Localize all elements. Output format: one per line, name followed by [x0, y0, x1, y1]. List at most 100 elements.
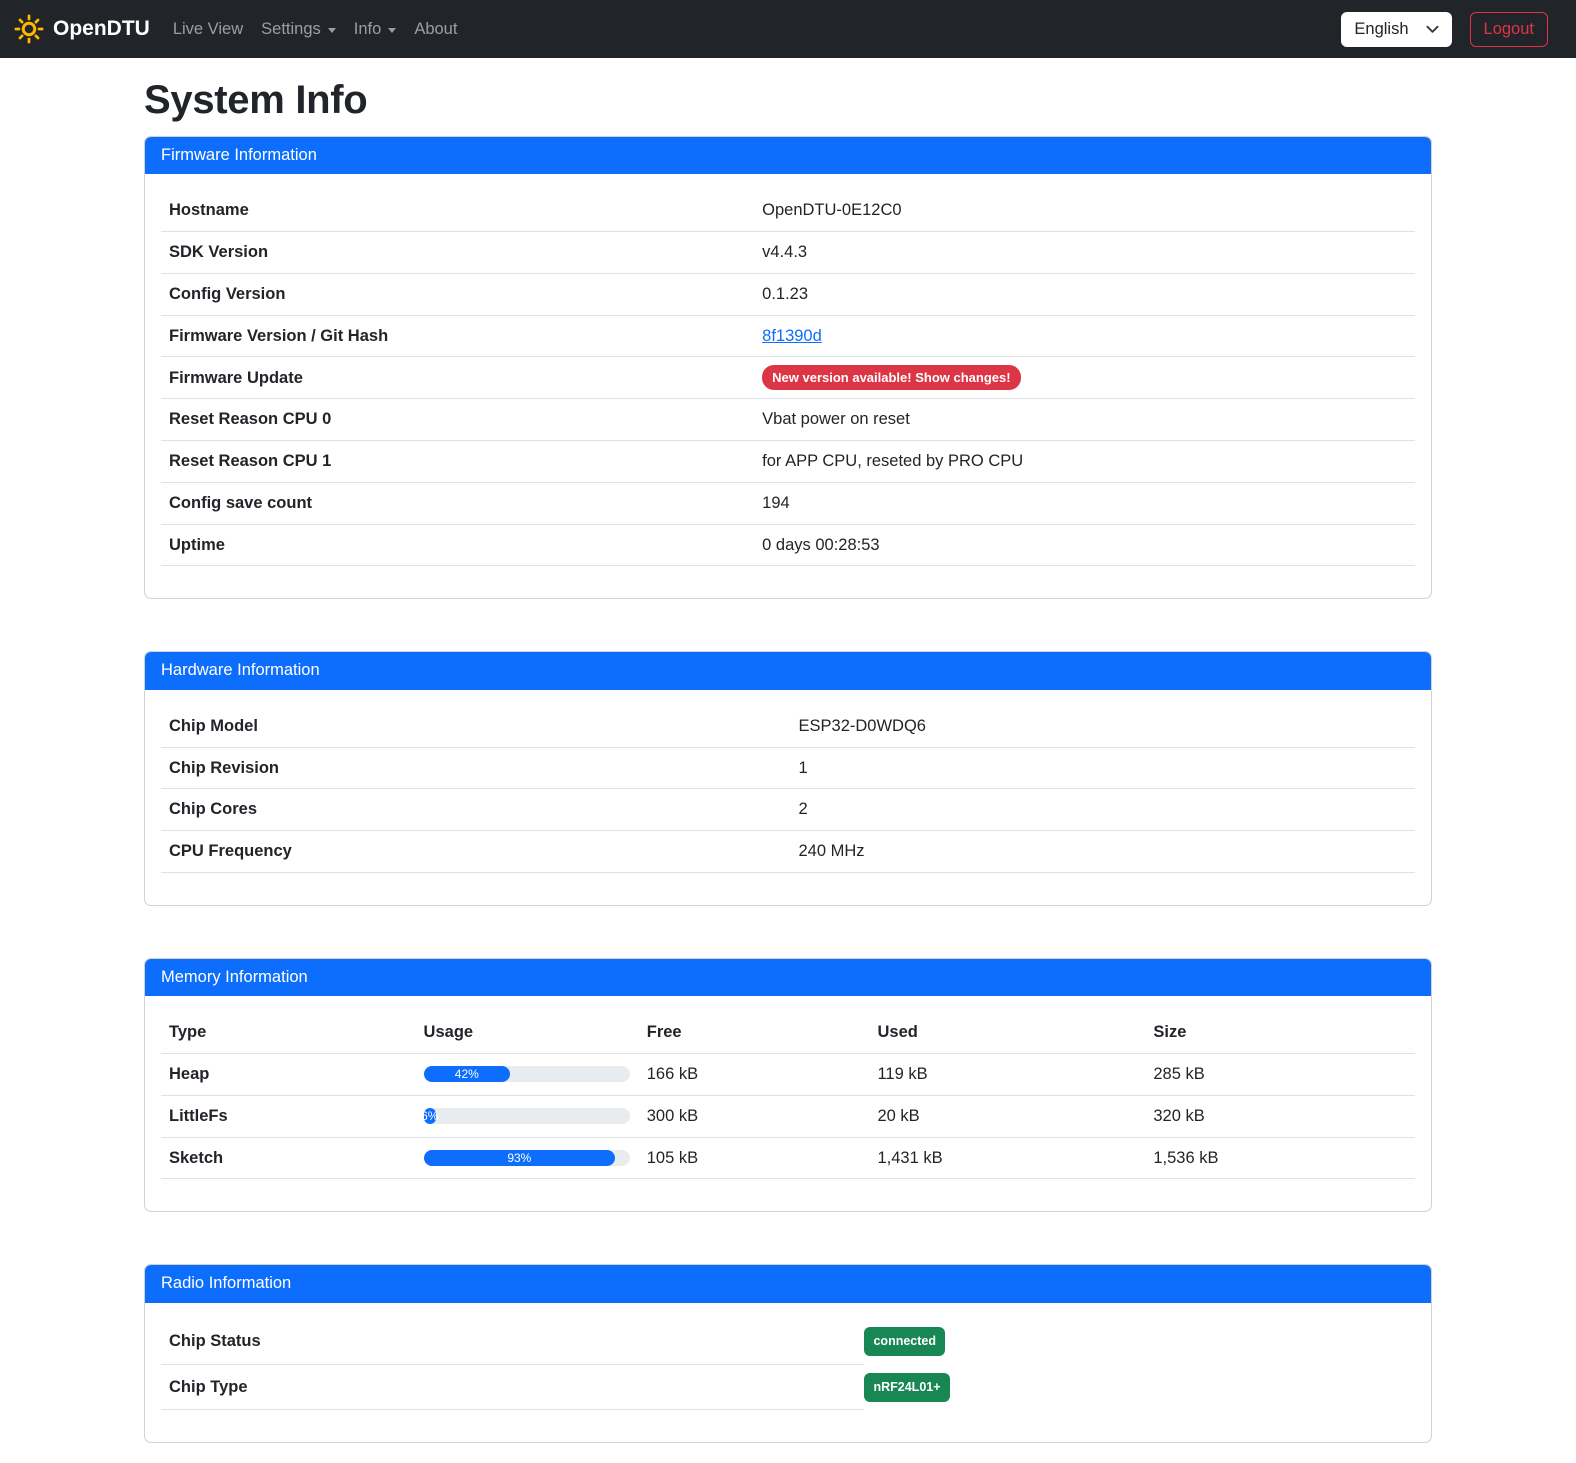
row-label: CPU Frequency	[161, 831, 791, 873]
table-row: Firmware Update New version available! S…	[161, 357, 1415, 399]
card-header-memory: Memory Information	[145, 959, 1431, 996]
hardware-information-card: Hardware Information Chip Model ESP32-D0…	[144, 651, 1432, 905]
card-header-radio: Radio Information	[145, 1265, 1431, 1302]
brand-label: OpenDTU	[53, 17, 150, 41]
nav-item-live-view[interactable]: Live View	[164, 12, 252, 47]
main-content: System Info Firmware Information Hostnam…	[144, 78, 1432, 1443]
usage-progress: 6%	[424, 1108, 630, 1124]
card-body: Chip Model ESP32-D0WDQ6 Chip Revision 1 …	[145, 690, 1431, 905]
free-cell: 105 kB	[639, 1137, 870, 1179]
usage-progress-bar: 6%	[424, 1108, 436, 1124]
firmware-table: Hostname OpenDTU-0E12C0 SDK Version v4.4…	[161, 190, 1415, 566]
navbar: OpenDTU Live View Settings Info About En…	[0, 0, 1576, 58]
column-header-used: Used	[869, 1012, 1145, 1053]
table-row: Chip Revision 1	[161, 747, 1415, 789]
table-row: Reset Reason CPU 1 for APP CPU, reseted …	[161, 441, 1415, 483]
table-row: Chip Type nRF24L01+	[161, 1365, 1415, 1411]
row-label: Reset Reason CPU 0	[161, 399, 754, 441]
usage-cell: 93%	[416, 1137, 639, 1179]
card-body: Type Usage Free Used Size Heap 42%	[145, 996, 1431, 1211]
firmware-update-badge[interactable]: New version available! Show changes!	[762, 365, 1020, 390]
nav-item-label: Live View	[173, 20, 243, 39]
usage-progress: 93%	[424, 1150, 630, 1166]
row-label: LittleFs	[161, 1095, 416, 1137]
table-row: Heap 42% 166 kB 119 kB 285 kB	[161, 1054, 1415, 1096]
chip-status-badge: connected	[864, 1327, 945, 1356]
chevron-down-icon	[1426, 25, 1439, 34]
nav-item-about[interactable]: About	[405, 12, 466, 47]
usage-cell: 42%	[416, 1054, 639, 1096]
used-cell: 1,431 kB	[869, 1137, 1145, 1179]
row-label: Reset Reason CPU 1	[161, 441, 754, 483]
nav-item-label: About	[414, 20, 457, 39]
memory-table: Type Usage Free Used Size Heap 42%	[161, 1012, 1415, 1179]
nav-menu: Live View Settings Info About	[164, 12, 467, 47]
language-select[interactable]: English	[1341, 12, 1451, 47]
table-row: Sketch 93% 105 kB 1,431 kB 1,536 kB	[161, 1137, 1415, 1179]
used-cell: 20 kB	[869, 1095, 1145, 1137]
row-value: OpenDTU-0E12C0	[754, 190, 1415, 231]
row-value: 1	[791, 747, 1416, 789]
table-row: Firmware Version / Git Hash 8f1390d	[161, 315, 1415, 357]
row-value: connected	[864, 1320, 945, 1363]
radio-table: Chip Status connected Chip Type nRF24L01…	[161, 1319, 1415, 1411]
row-label: SDK Version	[161, 232, 754, 274]
caret-down-icon	[328, 28, 336, 33]
table-row: Chip Status connected	[161, 1319, 1415, 1365]
row-label: Firmware Version / Git Hash	[161, 315, 754, 357]
row-value: New version available! Show changes!	[754, 357, 1415, 399]
row-label: Chip Model	[161, 706, 791, 747]
chip-type-badge: nRF24L01+	[864, 1373, 949, 1402]
row-label: Chip Cores	[161, 789, 791, 831]
usage-cell: 6%	[416, 1095, 639, 1137]
card-body: Hostname OpenDTU-0E12C0 SDK Version v4.4…	[145, 174, 1431, 598]
usage-progress-bar: 42%	[424, 1066, 511, 1082]
row-label: Heap	[161, 1054, 416, 1096]
nav-item-info[interactable]: Info	[345, 12, 406, 47]
hardware-table: Chip Model ESP32-D0WDQ6 Chip Revision 1 …	[161, 706, 1415, 873]
usage-progress: 42%	[424, 1066, 630, 1082]
row-value: Vbat power on reset	[754, 399, 1415, 441]
row-value: v4.4.3	[754, 232, 1415, 274]
table-row: Reset Reason CPU 0 Vbat power on reset	[161, 399, 1415, 441]
card-header-hardware: Hardware Information	[145, 652, 1431, 689]
page-title: System Info	[144, 78, 1432, 123]
table-row: SDK Version v4.4.3	[161, 232, 1415, 274]
navbar-right: English Logout	[1341, 12, 1548, 47]
row-value: ESP32-D0WDQ6	[791, 706, 1416, 747]
nav-item-label: Info	[354, 20, 382, 39]
row-label: Firmware Update	[161, 357, 754, 399]
card-header-firmware: Firmware Information	[145, 137, 1431, 174]
row-label: Config Version	[161, 273, 754, 315]
brand-link[interactable]: OpenDTU	[14, 14, 150, 44]
row-value: for APP CPU, reseted by PRO CPU	[754, 441, 1415, 483]
firmware-information-card: Firmware Information Hostname OpenDTU-0E…	[144, 136, 1432, 599]
row-label: Sketch	[161, 1137, 416, 1179]
row-value: 194	[754, 482, 1415, 524]
table-row: CPU Frequency 240 MHz	[161, 831, 1415, 873]
sun-icon	[14, 14, 44, 44]
size-cell: 1,536 kB	[1145, 1137, 1415, 1179]
table-row: Config save count 194	[161, 482, 1415, 524]
table-row: Chip Model ESP32-D0WDQ6	[161, 706, 1415, 747]
row-label: Chip Status	[161, 1319, 864, 1365]
git-hash-link[interactable]: 8f1390d	[762, 327, 822, 345]
language-selected-label: English	[1354, 20, 1408, 39]
radio-information-card: Radio Information Chip Status connected …	[144, 1264, 1432, 1443]
row-label: Config save count	[161, 482, 754, 524]
column-header-usage: Usage	[416, 1012, 639, 1053]
free-cell: 166 kB	[639, 1054, 870, 1096]
size-cell: 320 kB	[1145, 1095, 1415, 1137]
table-header-row: Type Usage Free Used Size	[161, 1012, 1415, 1053]
row-label: Uptime	[161, 524, 754, 566]
row-value: 8f1390d	[754, 315, 1415, 357]
row-value: nRF24L01+	[864, 1366, 949, 1409]
row-value: 240 MHz	[791, 831, 1416, 873]
column-header-type: Type	[161, 1012, 416, 1053]
table-row: LittleFs 6% 300 kB 20 kB 320 kB	[161, 1095, 1415, 1137]
nav-item-settings[interactable]: Settings	[252, 12, 345, 47]
logout-button[interactable]: Logout	[1470, 12, 1548, 47]
nav-item-label: Settings	[261, 20, 321, 39]
card-body: Chip Status connected Chip Type nRF24L01…	[145, 1303, 1431, 1443]
table-row: Chip Cores 2	[161, 789, 1415, 831]
